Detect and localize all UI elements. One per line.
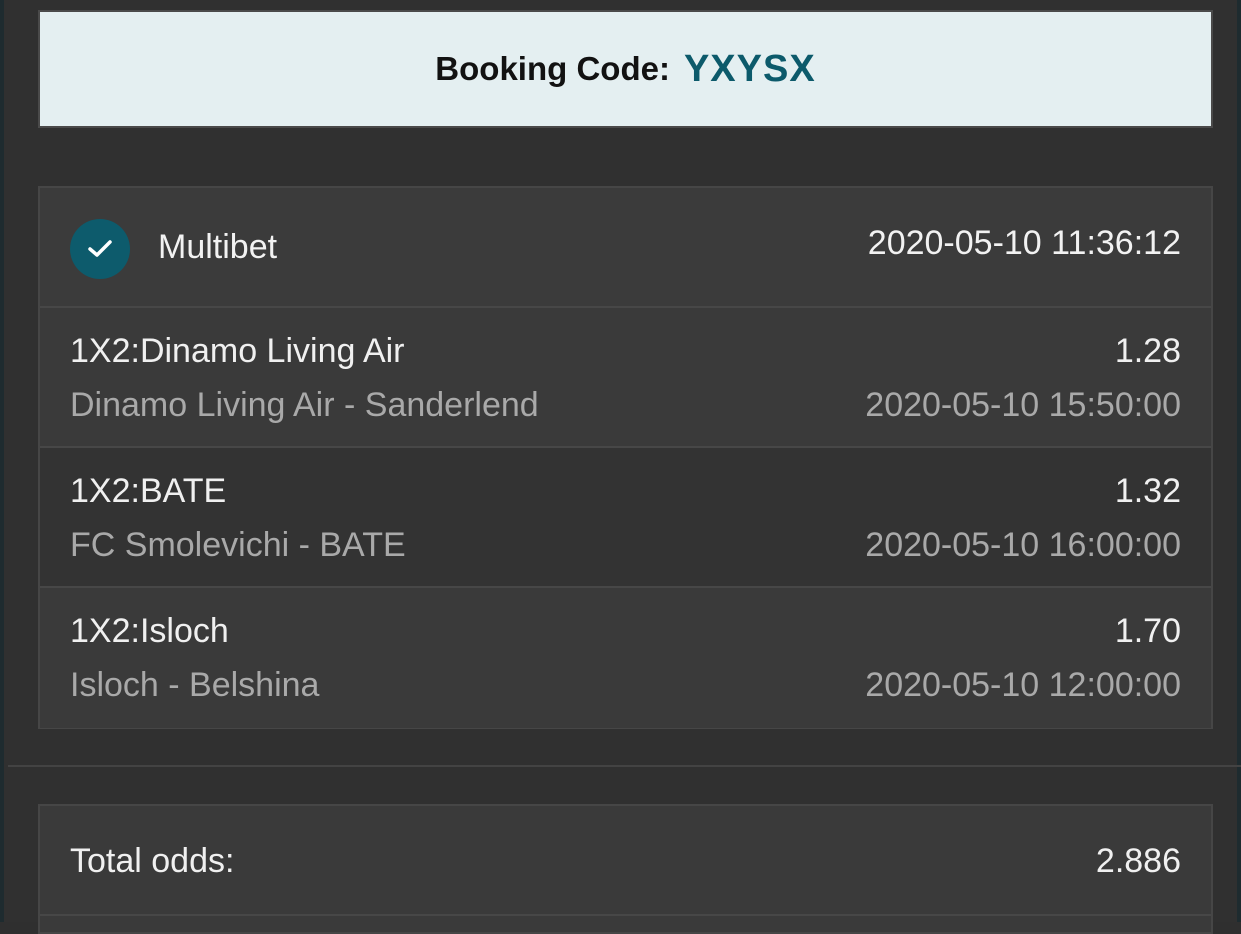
selection-kickoff: 2020-05-10 16:00:00 — [865, 526, 1181, 564]
booking-code-label: Booking Code: — [435, 50, 670, 87]
app-frame: Booking Code: YXYSX Multibet 2020-05-10 … — [0, 0, 1241, 934]
total-odds-label: Total odds: — [70, 842, 235, 880]
selection-kickoff: 2020-05-10 12:00:00 — [865, 666, 1181, 704]
selection-match: Isloch - Belshina — [70, 666, 320, 704]
total-odds-value: 2.886 — [1095, 842, 1181, 880]
selection-match: FC Smolevichi - BATE — [70, 526, 406, 564]
selection-match: Dinamo Living Air - Sanderlend — [70, 386, 539, 424]
section-divider — [8, 765, 1241, 767]
bet-type-label: Multibet — [158, 228, 278, 266]
bet-card: Multibet 2020-05-10 11:36:12 1X2:Dinamo … — [38, 186, 1213, 729]
booking-code-banner: Booking Code: YXYSX — [38, 10, 1213, 128]
selection-odds: 1.70 — [1114, 612, 1181, 650]
selection-odds: 1.28 — [1114, 332, 1181, 370]
check-icon — [70, 219, 130, 279]
selection-row[interactable]: 1X2:Dinamo Living Air 1.28 Dinamo Living… — [40, 308, 1211, 448]
selection-market: 1X2:Dinamo Living Air — [70, 332, 405, 370]
booking-code-value[interactable]: YXYSX — [684, 48, 816, 91]
selection-market: 1X2:BATE — [70, 472, 227, 510]
bet-placed-time: 2020-05-10 11:36:12 — [867, 224, 1181, 262]
selection-row[interactable]: 1X2:Isloch 1.70 Isloch - Belshina 2020-0… — [40, 588, 1211, 728]
selection-row[interactable]: 1X2:BATE 1.32 FC Smolevichi - BATE 2020-… — [40, 448, 1211, 588]
bet-header: Multibet 2020-05-10 11:36:12 — [40, 188, 1211, 308]
total-odds-row: Total odds: 2.886 — [40, 806, 1211, 916]
selection-odds: 1.32 — [1114, 472, 1181, 510]
selection-kickoff: 2020-05-10 15:50:00 — [865, 386, 1181, 424]
totals-panel: Total odds: 2.886 — [38, 804, 1213, 934]
selection-market: 1X2:Isloch — [70, 612, 229, 650]
